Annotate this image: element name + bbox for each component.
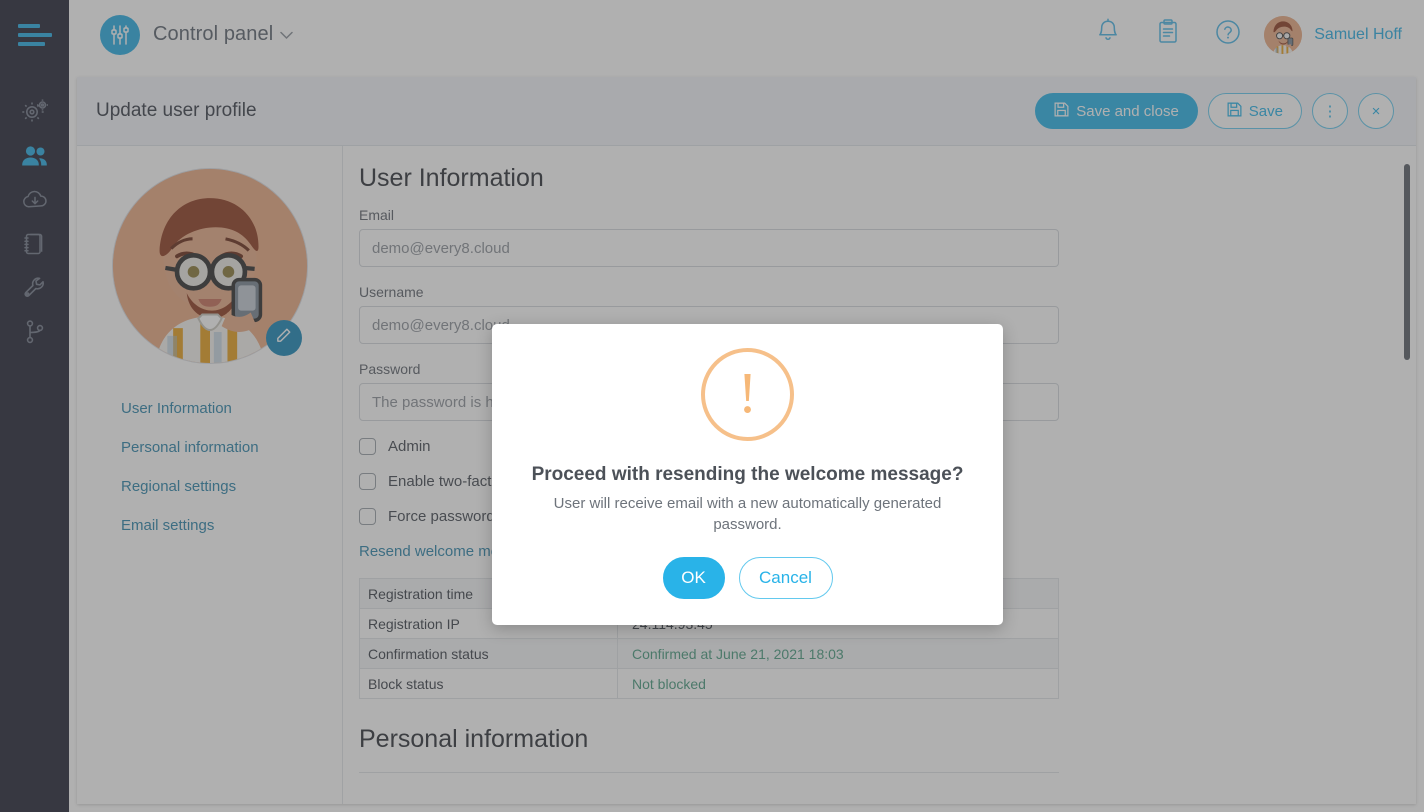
cancel-button[interactable]: Cancel <box>738 557 833 599</box>
dialog-title: Proceed with resending the welcome messa… <box>531 464 964 485</box>
exclamation-glyph: ! <box>737 359 758 425</box>
dialog-buttons: OK Cancel <box>662 557 833 599</box>
confirm-resend-dialog: ! Proceed with resending the welcome mes… <box>492 324 1003 625</box>
warning-exclamation-icon: ! <box>701 348 794 441</box>
app-root: Control panel Samuel Hoff Update user pr… <box>0 0 1424 812</box>
dialog-subtitle: User will receive email with a new autom… <box>553 495 942 533</box>
ok-button[interactable]: OK <box>662 557 725 599</box>
